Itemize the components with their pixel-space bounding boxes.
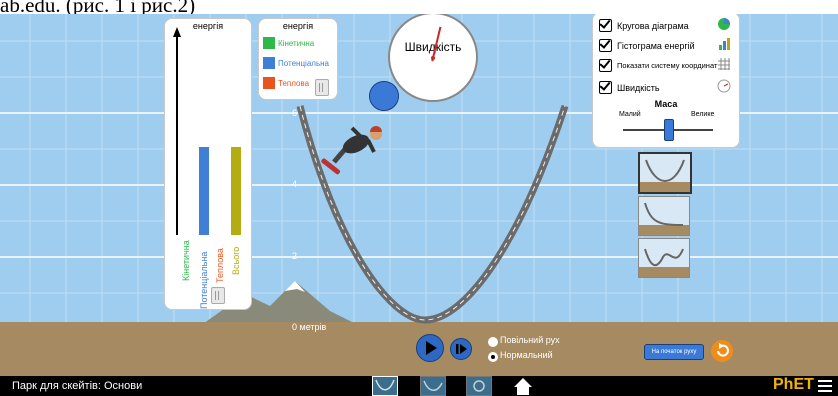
legend-item-potential: Потенціальна [263,57,329,69]
clear-thermal-trash-icon[interactable] [211,287,225,304]
play-button[interactable] [416,334,444,362]
checkbox-bar-graph[interactable]: Гістограма енергій [599,39,695,52]
grid-label-2: 2 [292,251,298,261]
pie-chart-label: Кругова діаграма [617,20,689,31]
swatch-thermal [263,77,275,89]
energy-bar-1 [199,147,209,235]
mass-label: Маса [654,99,678,109]
speed-label: Швидкість [617,82,660,93]
scene-thumbnail-parabola[interactable] [638,152,692,194]
energy-legend-panel: енергія Кінетична Потенціальна Теплова [258,18,338,100]
legend-item-thermal: Теплова [263,77,309,89]
home-icon[interactable] [512,376,534,396]
nav-tab-playground[interactable] [466,376,492,396]
reset-all-button[interactable] [711,340,733,362]
document-caption-strip: ab.edu. (рис. 1 і рис.2) [0,0,838,14]
grid-label-4: 4 [292,179,298,189]
skater[interactable] [316,120,388,180]
grid-label-6: 6 [292,108,298,118]
return-skater-label: На початок руху [651,349,697,355]
legend-label-kinetic: Кінетична [278,38,315,48]
simulation-area: 6 4 2 0 метрів Швидкість енергія Кінетич… [0,14,838,396]
bar-label-potential: Потенціальна [199,251,209,309]
return-skater-button[interactable]: На початок руху [644,344,704,360]
legend-trash-icon[interactable] [315,79,329,96]
checkbox-pie-chart[interactable]: Кругова діаграма [599,19,689,32]
nav-tab-intro[interactable] [372,376,398,396]
bar-graph-label: Гістограма енергій [617,40,695,51]
grid-label-0: 0 метрів [292,322,327,332]
bar-label-total: Всього [231,246,241,275]
step-icon [456,344,467,354]
legend-label-thermal: Теплова [278,78,310,88]
grid-label: Показати систему координат [617,61,718,70]
controls-panel: Кругова діаграма Гістограма енергій Пока… [592,14,740,148]
normal-speed-label: Нормальний [500,350,553,360]
friction-tab-icon [423,380,443,391]
checkbox-speed[interactable]: Швидкість [599,81,660,94]
pie-chart-checkbox[interactable] [599,19,612,32]
swatch-kinetic [263,37,275,49]
speedometer-icon [717,79,731,93]
bar-label-kinetic: Кінетична [181,240,191,281]
slow-motion-label: Повільний рух [500,335,560,345]
playground-tab-icon [473,380,485,392]
normal-speed-radio-dot [491,355,495,359]
bar-graph-checkbox[interactable] [599,39,612,52]
legend-item-kinetic: Кінетична [263,37,314,49]
bar-label-thermal: Теплова [215,248,225,283]
energy-bar-chart-panel: енергія Кінетична Потенціальна Теплова В… [164,18,252,310]
scene-thumbnail-double-well[interactable] [638,238,690,278]
play-icon [426,341,437,355]
legend-label-potential: Потенціальна [278,58,329,68]
scene-thumbnail-slope[interactable] [638,196,690,236]
step-button[interactable] [450,338,472,360]
speed-checkbox[interactable] [599,81,612,94]
bar-chart-icon [719,38,730,50]
legend-title: енергія [282,21,314,31]
phet-logo[interactable]: PhET [773,376,814,394]
speedometer-needle [431,26,442,62]
slow-motion-radio[interactable] [488,337,498,347]
menu-icon[interactable] [818,380,834,392]
document-caption: ab.edu. (рис. 1 і рис.2) [0,0,196,14]
nav-tab-friction[interactable] [420,376,446,396]
speedometer: Швидкість [388,14,478,102]
mass-max-label: Велике [691,111,715,118]
intro-tab-icon [375,379,395,391]
normal-speed-radio[interactable] [488,352,498,362]
grid-checkbox[interactable] [599,59,612,72]
navigation-bar: Парк для скейтів: Основи PhET [0,376,838,396]
sim-title: Парк для скейтів: Основи [12,380,143,392]
reset-icon [717,343,729,357]
energy-bar-3 [231,147,241,235]
pie-chart-icon [718,18,730,30]
checkbox-grid[interactable]: Показати систему координат [599,59,717,72]
grid-icon [718,58,730,70]
mass-min-label: Малий [619,111,641,118]
mass-slider-thumb[interactable] [664,119,674,141]
swatch-potential [263,57,275,69]
